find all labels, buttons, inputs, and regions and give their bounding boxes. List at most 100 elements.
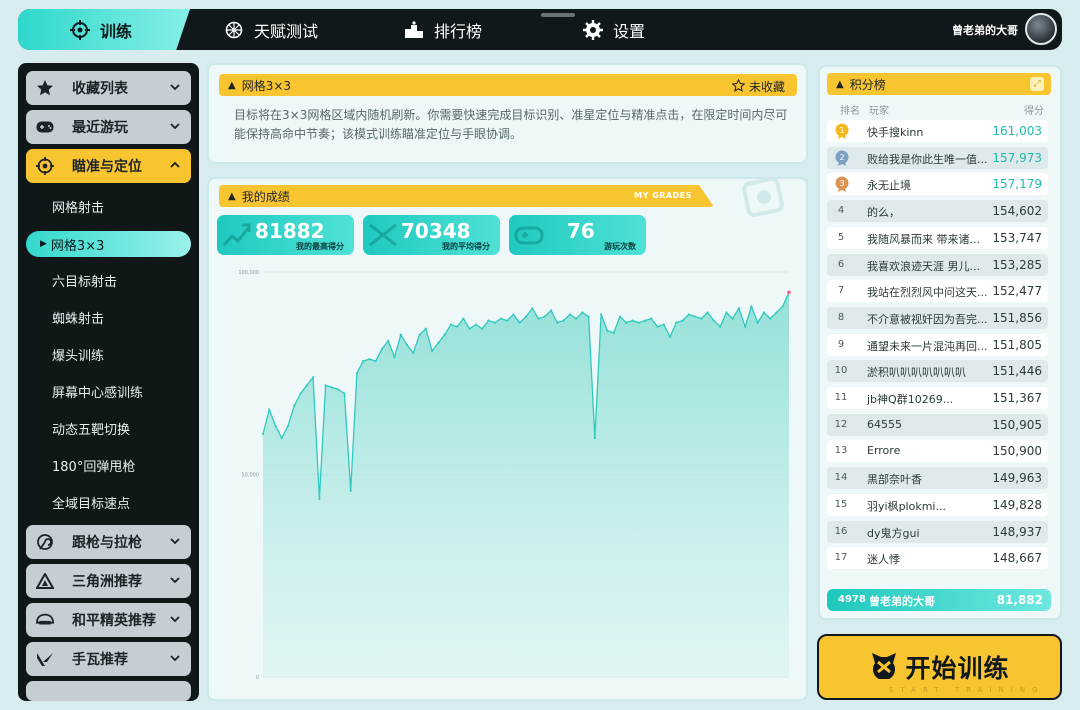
chart-point: [574, 317, 578, 320]
chart-point: [474, 323, 478, 326]
chart-point: [493, 321, 496, 324]
radar-icon: [224, 20, 244, 40]
row-score: 148,937: [992, 524, 1042, 539]
row-player: dy鬼方gui: [867, 526, 920, 540]
brand-logo-icon: [869, 651, 899, 683]
stat-average-score: 70348 我的平均得分: [363, 215, 500, 255]
expand-icon[interactable]: ⤢: [1030, 77, 1044, 91]
sidebar-category-aim-positioning[interactable]: 瞄准与定位: [26, 149, 191, 183]
sidebar-category-valorant[interactable]: 手瓦推荐: [26, 642, 191, 676]
sidebar: 收藏列表 最近游玩 瞄准与定位 网格射击 ▶ 网格3×3 六目标射击 蜘蛛射击 …: [18, 63, 199, 701]
row-rank: 12: [834, 418, 848, 430]
chart-point: [343, 392, 346, 395]
row-score: 152,477: [992, 284, 1042, 299]
sidebar-item-five-target-switch[interactable]: 动态五靶切换: [26, 410, 191, 447]
chart-point: [675, 321, 678, 324]
sidebar-item-grid-3x3[interactable]: ▶ 网格3×3: [26, 231, 191, 257]
sidebar-item-spider-shot[interactable]: 蜘蛛射击: [26, 299, 191, 336]
row-rank: 17: [834, 552, 848, 564]
chart-point: [437, 341, 440, 344]
mountain-icon: ▲: [228, 79, 236, 91]
leaderboard-row[interactable]: 4 的么， 154,602: [827, 200, 1048, 223]
leaderboard-row[interactable]: 12 64555 150,905: [827, 413, 1048, 436]
svg-text:3: 3: [839, 179, 844, 188]
sidebar-category-partial[interactable]: [26, 681, 191, 701]
sidebar-category-favorites[interactable]: 收藏列表: [26, 71, 191, 105]
trend-up-icon: [222, 223, 251, 246]
row-score: 151,856: [992, 310, 1042, 325]
decorative-sticker-icon: [730, 179, 800, 218]
sidebar-category-recent[interactable]: 最近游玩: [26, 110, 191, 144]
chart-point: [311, 376, 315, 379]
chart-point: [543, 315, 546, 318]
tab-training[interactable]: 训练: [18, 9, 190, 50]
score-history-chart: 100,000 50,000 0: [238, 270, 791, 681]
my-rank: 4978: [838, 594, 866, 605]
chart-y-tick-label: 50,000: [242, 473, 260, 479]
sidebar-category-peace-elite[interactable]: 和平精英推荐: [26, 603, 191, 637]
chart-point: [625, 321, 628, 324]
leaderboard-row[interactable]: 9 通望未来一片混沌再回... 151,805: [827, 333, 1048, 356]
row-player: 黑部奈叶香: [867, 473, 922, 487]
sidebar-item-screen-center[interactable]: 屏幕中心感训练: [26, 373, 191, 410]
leaderboard-list[interactable]: 1 快手搜kinn 161,003 2 败给我是你此生唯一值... 157,973 3 永无止…: [820, 120, 1060, 588]
chart-point: [524, 315, 528, 318]
sidebar-item-headshot[interactable]: 爆头训练: [26, 336, 191, 373]
leaderboard-row[interactable]: 5 我随风暴而来 带来诸... 153,747: [827, 226, 1048, 249]
sidebar-item-six-target[interactable]: 六目标射击: [26, 262, 191, 299]
row-rank: 11: [834, 392, 848, 403]
user-name[interactable]: 曾老弟的大哥: [952, 22, 1018, 38]
leaderboard-row[interactable]: 10 淤积叭叭叭叭叭叭叭 151,446: [827, 360, 1048, 383]
tracking-icon: [36, 533, 54, 551]
leaderboard-row[interactable]: 16 dy鬼方gui 148,937: [827, 520, 1048, 543]
chevron-down-icon: [168, 573, 182, 587]
row-player: 64555: [867, 417, 902, 431]
chevron-down-icon: [168, 612, 182, 626]
chart-point: [562, 319, 565, 322]
sidebar-item-180-flick[interactable]: 180°回弹甩枪: [26, 447, 191, 484]
chart-point: [393, 355, 396, 359]
chart-point: [719, 325, 722, 328]
tab-settings[interactable]: 设置: [583, 9, 645, 50]
sidebar-item-global-click[interactable]: 全域目标速点: [26, 484, 191, 521]
leaderboard-row[interactable]: 2 败给我是你此生唯一值... 157,973: [827, 146, 1048, 169]
leaderboard-row[interactable]: 8 不介意被视奸因为吾完... 151,856: [827, 306, 1048, 329]
chart-point: [744, 325, 747, 328]
chart-point: [430, 349, 434, 353]
row-player: 不介意被视奸因为吾完...: [867, 312, 988, 326]
tab-talent-test[interactable]: 天赋测试: [224, 9, 318, 50]
leaderboard-row[interactable]: 17 迷人悸 148,667: [827, 547, 1048, 570]
chart-point: [330, 386, 333, 389]
chart-point: [280, 436, 283, 440]
chart-point: [512, 313, 515, 316]
chart-point: [587, 315, 590, 318]
header-player: 玩家: [869, 106, 889, 117]
row-score: 151,367: [992, 391, 1042, 405]
leaderboard-row[interactable]: 14 黑部奈叶香 149,963: [827, 467, 1048, 490]
tab-label: 排行榜: [434, 21, 483, 41]
leaderboard-row[interactable]: 7 我站在烈烈风中问这天... 152,477: [827, 280, 1048, 303]
leaderboard-row[interactable]: 11 jb神Q群10269... 151,367: [827, 387, 1048, 409]
leaderboard-row[interactable]: 1 快手搜kinn 161,003: [827, 120, 1048, 142]
category-label: 瞄准与定位: [72, 159, 142, 175]
my-name: 曾老弟的大哥: [869, 595, 935, 608]
leaderboard-row[interactable]: 6 我喜欢浪迹天涯 男儿... 153,285: [827, 253, 1048, 276]
row-score: 149,963: [992, 471, 1042, 486]
sidebar-item-grid-shooting[interactable]: 网格射击: [26, 188, 191, 225]
chart-point: [324, 384, 327, 387]
sidebar-category-delta[interactable]: 三角洲推荐: [26, 564, 191, 598]
window-drag-handle[interactable]: [541, 13, 575, 17]
sidebar-category-tracking[interactable]: 跟枪与拉枪: [26, 525, 191, 559]
leaderboard-row[interactable]: 13 Errore 150,900: [827, 440, 1048, 463]
chart-y-tick-label: 0: [256, 675, 259, 681]
chart-point: [668, 335, 672, 338]
category-label: 三角洲推荐: [72, 574, 142, 590]
favorite-toggle[interactable]: 未收藏: [731, 78, 785, 95]
crosshair-icon: [70, 19, 90, 40]
leaderboard-row[interactable]: 15 羽yi枫plokmi... 149,828: [827, 493, 1048, 516]
leaderboard-row[interactable]: 3 永无止境 157,179: [827, 173, 1048, 196]
tab-leaderboard[interactable]: 排行榜: [404, 9, 482, 50]
header-score: 得分: [1024, 106, 1044, 117]
start-training-button[interactable]: 开始训练 START TRAINING: [817, 634, 1062, 700]
avatar[interactable]: [1025, 13, 1057, 45]
